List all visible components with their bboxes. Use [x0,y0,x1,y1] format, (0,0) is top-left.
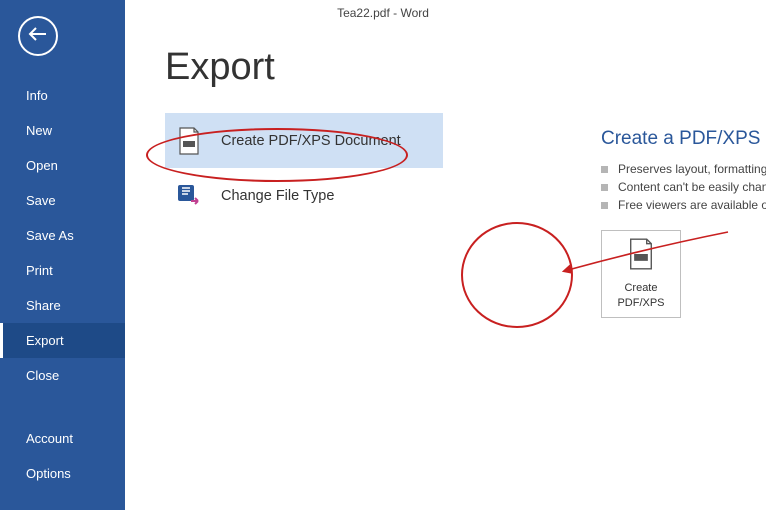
backstage-sidebar: Info New Open Save Save As Print Share E… [0,0,125,510]
nav-label: Options [26,466,71,481]
benefit-item: Preserves layout, formatting, fonts, and… [601,162,766,176]
nav-options[interactable]: Options [0,456,125,491]
back-arrow-icon [28,26,48,47]
nav-label: Print [26,263,53,278]
nav-save-as[interactable]: Save As [0,218,125,253]
benefit-item: Content can't be easily changed [601,180,766,194]
nav-info[interactable]: Info [0,78,125,113]
button-label-line2: PDF/XPS [617,297,664,309]
nav-close[interactable]: Close [0,358,125,393]
benefit-text: Free viewers are available on the web [618,198,766,212]
nav-label: Save As [26,228,74,243]
nav-account[interactable]: Account [0,421,125,456]
nav-print[interactable]: Print [0,253,125,288]
page-title: Export [165,46,766,89]
nav-label: Close [26,368,59,383]
option-label: Create PDF/XPS Document [221,133,401,149]
back-button[interactable] [18,16,58,56]
option-label: Change File Type [221,188,334,204]
option-create-pdf-xps[interactable]: Create PDF/XPS Document [165,113,443,168]
button-label: Create PDF/XPS [617,281,664,310]
nav-share[interactable]: Share [0,288,125,323]
button-label-line1: Create [624,282,657,294]
nav-label: Save [26,193,56,208]
nav-new[interactable]: New [0,113,125,148]
benefits-list: Preserves layout, formatting, fonts, and… [601,162,766,212]
nav-save[interactable]: Save [0,183,125,218]
nav-label: Info [26,88,48,103]
nav-open[interactable]: Open [0,148,125,183]
change-type-icon [175,181,203,211]
pdf-page-icon [175,126,203,156]
create-pdf-xps-button[interactable]: Create PDF/XPS [601,230,681,318]
benefit-item: Free viewers are available on the web [601,198,766,212]
nav-label: Share [26,298,61,313]
nav-list: Info New Open Save Save As Print Share E… [0,78,125,491]
export-options-list: Create PDF/XPS Document Change File Type [165,113,443,223]
pdf-page-icon [627,238,655,275]
benefit-text: Preserves layout, formatting, fonts, and… [618,162,766,176]
nav-export[interactable]: Export [0,323,125,358]
option-change-file-type[interactable]: Change File Type [165,168,443,223]
nav-label: New [26,123,52,138]
nav-label: Open [26,158,58,173]
right-panel-heading: Create a PDF/XPS Document [601,128,766,150]
nav-label: Export [26,333,64,348]
nav-label: Account [26,431,73,446]
benefit-text: Content can't be easily changed [618,180,766,194]
right-panel: Create a PDF/XPS Document Preserves layo… [601,128,766,318]
content-area: Export Create PDF/XPS Document [125,0,766,510]
